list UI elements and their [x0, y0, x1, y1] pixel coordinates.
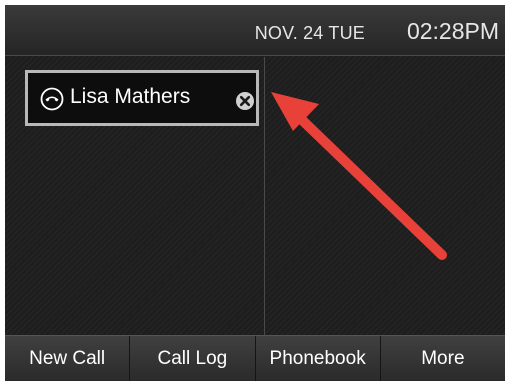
phonebook-button[interactable]: Phonebook — [256, 336, 381, 381]
status-bar: NOV. 24 TUE 02:28PM — [5, 5, 505, 56]
softkey-bar: New Call Call Log Phonebook More — [5, 335, 505, 381]
caller-name: Lisa Mathers — [70, 85, 191, 108]
call-log-button[interactable]: Call Log — [130, 336, 256, 381]
close-icon[interactable] — [235, 91, 255, 111]
more-button[interactable]: More — [381, 336, 505, 381]
handset-icon — [40, 87, 64, 111]
call-line-key[interactable]: Lisa Mathers — [25, 70, 259, 126]
phone-screen: NOV. 24 TUE 02:28PM Lisa Mathers New Cal… — [5, 5, 505, 381]
status-date: NOV. 24 TUE — [254, 23, 365, 43]
column-divider — [264, 57, 265, 337]
status-time: 02:28PM — [406, 18, 499, 44]
new-call-button[interactable]: New Call — [5, 336, 131, 381]
